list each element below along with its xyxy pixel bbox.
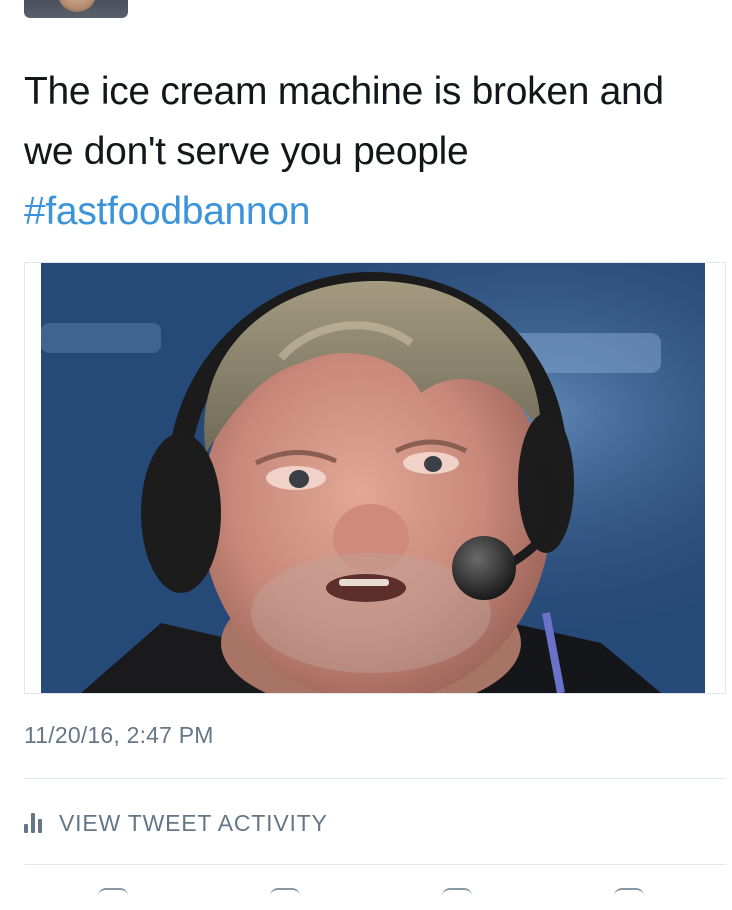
- divider: [24, 778, 726, 779]
- hashtag-link[interactable]: #fastfoodbannon: [24, 182, 714, 242]
- reply-icon[interactable]: [98, 888, 128, 896]
- avatar[interactable]: [24, 0, 128, 18]
- avatar-face: [58, 0, 96, 12]
- view-tweet-activity-button[interactable]: VIEW TWEET ACTIVITY: [24, 806, 328, 840]
- tweet-photo[interactable]: [41, 263, 705, 693]
- like-icon[interactable]: [442, 888, 472, 896]
- tweet-text-line-1: The ice cream machine is broken and: [24, 70, 664, 113]
- tweet-text-line-2: we don't serve you people: [24, 130, 469, 173]
- divider: [24, 864, 726, 865]
- share-icon[interactable]: [614, 888, 644, 896]
- tweet-media[interactable]: [24, 262, 726, 694]
- tweet-timestamp: 11/20/16, 2:47 PM: [24, 722, 214, 748]
- retweet-icon[interactable]: [270, 888, 300, 896]
- view-tweet-activity-label: VIEW TWEET ACTIVITY: [59, 809, 328, 836]
- photo-illustration: [41, 263, 705, 693]
- bar-chart-icon: [24, 813, 45, 833]
- tweet-action-bar: [24, 880, 726, 910]
- tweet-text: The ice cream machine is broken and we d…: [24, 62, 714, 242]
